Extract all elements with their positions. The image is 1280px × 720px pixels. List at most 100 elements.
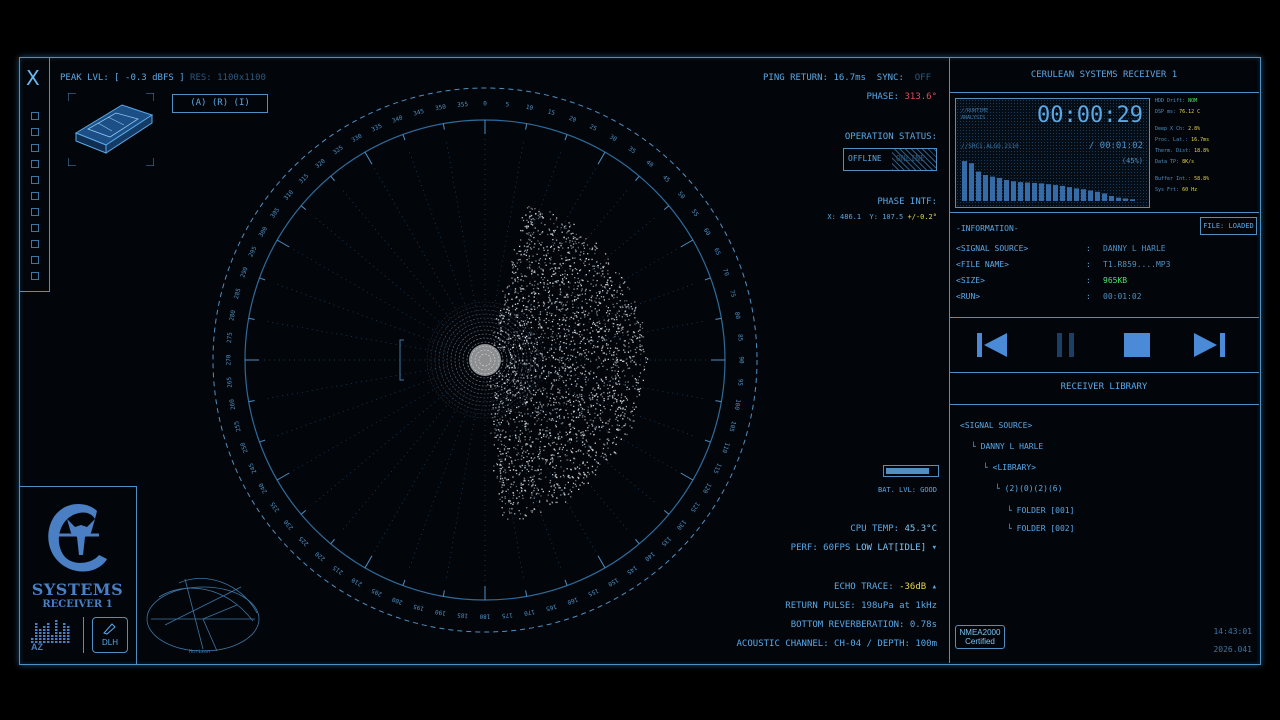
dial-degree-label: 175: [501, 611, 513, 619]
runtime-total: / 00:01:02: [1088, 141, 1143, 151]
dial-degree-label: 65: [712, 247, 722, 257]
dial-degree-label: 140: [643, 550, 656, 563]
dial-degree-label: 325: [332, 144, 345, 156]
dial-degree-label: 45: [661, 174, 671, 184]
dial-tick: [525, 123, 528, 130]
dial-radial-line: [266, 321, 446, 354]
layer-checkbox[interactable]: [31, 272, 39, 280]
dial-degree-label: 5: [505, 101, 510, 108]
stat-row: HDD Drift: NOM: [1155, 98, 1197, 104]
offline-option[interactable]: OFFLINE: [848, 154, 882, 163]
dial-degree-label: 0: [483, 101, 487, 108]
clock-date: 2026.041: [1213, 645, 1252, 654]
dial-degree-label: 255: [233, 420, 243, 433]
stat-value: 2.8%: [1188, 126, 1201, 132]
cert-line1: NMEA2000: [959, 628, 1001, 637]
skip-forward-icon[interactable]: [1192, 331, 1228, 359]
dial-degree-label: 155: [586, 587, 599, 598]
skip-back-icon[interactable]: [975, 331, 1011, 359]
dial-tick: [364, 151, 373, 165]
info-sep: :: [1086, 244, 1091, 253]
layer-checkbox[interactable]: [31, 208, 39, 216]
layer-checkbox[interactable]: [31, 176, 39, 184]
dial-degree-label: 320: [314, 157, 327, 170]
dial-radial-line: [519, 379, 678, 472]
dial-degree-label: 55: [690, 208, 700, 218]
battery-bar: [883, 465, 939, 477]
layer-checkbox[interactable]: [31, 240, 39, 248]
info-sep: :: [1086, 276, 1091, 285]
library-tree-item[interactable]: └ (2)(0)(2)(6): [995, 484, 1062, 493]
layer-checkbox[interactable]: [31, 128, 39, 136]
echo-point-cloud: [487, 206, 649, 520]
layer-checkbox[interactable]: [31, 160, 39, 168]
stat-value: 8K/s: [1182, 159, 1195, 165]
dial-degree-label: 225: [297, 534, 310, 547]
spectrum-bar: [1088, 190, 1093, 201]
info-key: <RUN>: [956, 292, 981, 301]
info-value: DANNY L HARLE: [1103, 244, 1166, 253]
layer-checkbox[interactable]: [31, 112, 39, 120]
perf-readout: PERF: 60FPS LOW LAT[IDLE] ▾: [790, 543, 937, 553]
screen-tag2: //SRC1.ALGO.2110: [961, 143, 1019, 150]
dial-tick: [402, 134, 406, 141]
dial-degree-label: 195: [412, 602, 425, 612]
dial-bracket: [399, 339, 404, 381]
dial-tick: [300, 205, 307, 210]
dial-radial-line: [446, 141, 479, 321]
spectrum-bar: [1053, 185, 1058, 201]
spectrum-bar: [983, 174, 988, 201]
info-value: T1.R859....MP3: [1103, 260, 1171, 269]
dial-radial-line: [342, 189, 460, 330]
info-value: 965KB: [1103, 276, 1128, 285]
dial-degree-label: 40: [645, 159, 655, 169]
dial-radial-line: [504, 394, 597, 553]
operation-status-toggle[interactable]: OFFLINE ONLINE: [843, 148, 937, 171]
dial-tick: [715, 317, 722, 320]
phase-intf-values: X: 486.1 Y: 107.5 +/-0.2°: [827, 213, 937, 221]
dial-tick: [364, 555, 373, 569]
dial-radial-line: [519, 248, 678, 341]
dial-radial-line: [292, 248, 451, 341]
layer-checkbox[interactable]: [31, 256, 39, 264]
library-title: RECEIVER LIBRARY: [1060, 382, 1148, 392]
dlh-initials: DLH: [101, 638, 118, 647]
dial-tick: [442, 123, 445, 130]
echo-trace-readout: ECHO TRACE: -36dB ▴: [834, 582, 937, 592]
spectrum-bar: [969, 163, 974, 201]
stat-label: Proc. Lat.:: [1155, 137, 1192, 143]
library-tree-item[interactable]: <SIGNAL SOURCE>: [960, 421, 1032, 430]
library-tree-item[interactable]: └ <LIBRARY>: [983, 463, 1036, 472]
stat-label: Deep X Ch:: [1155, 126, 1189, 132]
dial-tick: [300, 510, 307, 515]
dial-degree-label: 265: [226, 376, 234, 388]
dial-tick: [597, 555, 606, 569]
stat-label: Data TP:: [1155, 159, 1183, 165]
close-button[interactable]: X: [26, 66, 40, 90]
dial-degree-label: 285: [233, 287, 243, 300]
library-tree-item[interactable]: └ FOLDER [001]: [1007, 506, 1074, 515]
logo-line1: SYSTEMS: [31, 580, 124, 599]
operation-status-label: OPERATION STATUS:: [844, 132, 937, 142]
library-tree-item[interactable]: └ DANNY L HARLE: [971, 442, 1043, 451]
spectrum-bar: [976, 171, 981, 201]
stop-icon[interactable]: [1123, 331, 1151, 359]
dial-degree-label: 220: [314, 550, 327, 563]
dial-degree-label: 260: [228, 398, 237, 410]
info-sep: :: [1086, 292, 1091, 301]
dial-degree-label: 165: [545, 602, 558, 612]
cpu-temp-readout: CPU TEMP: 45.3°C: [850, 524, 937, 534]
runtime-screen: //RUNTIME ANALYSIS 00:00:29 //SRC1.ALGO.…: [955, 98, 1150, 208]
az-brand-text: AZ: [31, 642, 43, 652]
dial-tick: [663, 205, 670, 210]
pause-icon[interactable]: [1055, 331, 1077, 359]
layer-checkbox[interactable]: [31, 224, 39, 232]
layer-checkbox[interactable]: [31, 192, 39, 200]
dial-degree-label: 100: [733, 399, 742, 411]
stat-label: HDD Drift:: [1155, 98, 1189, 104]
dial-degree-label: 110: [720, 441, 730, 454]
library-tree-item[interactable]: └ FOLDER [002]: [1007, 524, 1074, 533]
layer-checkbox[interactable]: [31, 144, 39, 152]
dial-degree-label: 240: [257, 481, 269, 494]
device-thumbnail[interactable]: [67, 92, 155, 167]
